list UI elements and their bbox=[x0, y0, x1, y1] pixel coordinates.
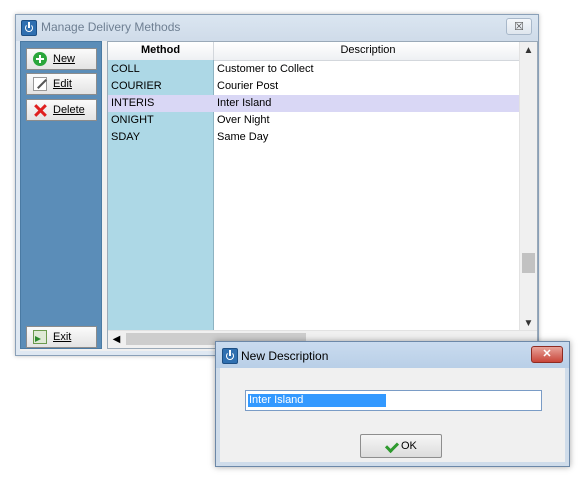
scroll-up-arrow-icon[interactable]: ▲ bbox=[520, 42, 537, 59]
scroll-left-arrow-icon[interactable]: ◀ bbox=[108, 331, 125, 348]
manage-delivery-methods-window: Manage Delivery Methods ☒ New Edit Delet… bbox=[15, 14, 539, 356]
table-row[interactable]: COLL Customer to Collect bbox=[108, 61, 522, 78]
description-input-value: Inter Island bbox=[248, 394, 386, 407]
description-cell: Courier Post bbox=[217, 80, 279, 92]
method-cell: ONIGHT bbox=[111, 114, 154, 126]
app-power-icon bbox=[222, 348, 238, 364]
description-cell: Customer to Collect bbox=[217, 63, 314, 75]
main-close-button[interactable]: ☒ bbox=[506, 18, 532, 35]
column-header-description[interactable]: Description bbox=[214, 44, 522, 56]
grid-header: Method Description bbox=[108, 42, 522, 61]
description-cell: Over Night bbox=[217, 114, 270, 126]
exit-button-label: Exit bbox=[53, 331, 72, 343]
new-button[interactable]: New bbox=[26, 48, 97, 70]
dialog-close-button[interactable]: ✕ bbox=[531, 346, 563, 363]
method-cell: COLL bbox=[111, 63, 140, 75]
add-icon bbox=[33, 52, 47, 66]
description-input[interactable]: Inter Island bbox=[245, 390, 542, 411]
edit-button[interactable]: Edit bbox=[26, 73, 97, 95]
exit-button[interactable]: Exit bbox=[26, 326, 97, 348]
edit-pencil-icon bbox=[33, 77, 47, 91]
column-header-method[interactable]: Method bbox=[108, 44, 213, 56]
main-window-title: Manage Delivery Methods bbox=[41, 20, 181, 34]
method-cell: INTERIS bbox=[111, 97, 155, 109]
delivery-methods-grid[interactable]: Method Description COLL Customer to Coll… bbox=[107, 41, 538, 349]
ok-button-label: OK bbox=[401, 440, 417, 452]
check-icon bbox=[384, 438, 400, 454]
grid-rows: COLL Customer to Collect COURIER Courier… bbox=[108, 61, 522, 146]
edit-button-label: Edit bbox=[53, 78, 72, 90]
new-description-dialog: New Description ✕ Inter Island OK bbox=[215, 341, 570, 467]
vertical-scroll-thumb[interactable] bbox=[522, 253, 535, 273]
table-row[interactable]: SDAY Same Day bbox=[108, 129, 522, 146]
table-row[interactable]: ONIGHT Over Night bbox=[108, 112, 522, 129]
table-row-selected[interactable]: INTERIS Inter Island bbox=[108, 95, 522, 112]
main-client-area: New Edit Delete Exit Method Description bbox=[20, 41, 538, 351]
app-power-icon bbox=[21, 20, 37, 36]
dialog-title: New Description bbox=[241, 349, 329, 363]
vertical-scrollbar[interactable]: ▲ ▼ bbox=[519, 42, 537, 332]
main-titlebar: Manage Delivery Methods ☒ bbox=[16, 15, 538, 41]
method-cell: SDAY bbox=[111, 131, 141, 143]
method-cell: COURIER bbox=[111, 80, 162, 92]
description-cell: Inter Island bbox=[217, 97, 272, 109]
table-row[interactable]: COURIER Courier Post bbox=[108, 78, 522, 95]
ok-button[interactable]: OK bbox=[360, 434, 442, 458]
delete-button-label: Delete bbox=[53, 104, 85, 116]
dialog-titlebar: New Description ✕ bbox=[216, 342, 569, 368]
dialog-client-area: Inter Island OK bbox=[220, 368, 565, 462]
side-button-panel: New Edit Delete Exit bbox=[20, 41, 102, 349]
delete-button[interactable]: Delete bbox=[26, 99, 97, 121]
description-cell: Same Day bbox=[217, 131, 269, 143]
new-button-label: New bbox=[53, 53, 76, 65]
exit-door-icon bbox=[33, 330, 47, 344]
delete-x-icon bbox=[33, 103, 47, 117]
